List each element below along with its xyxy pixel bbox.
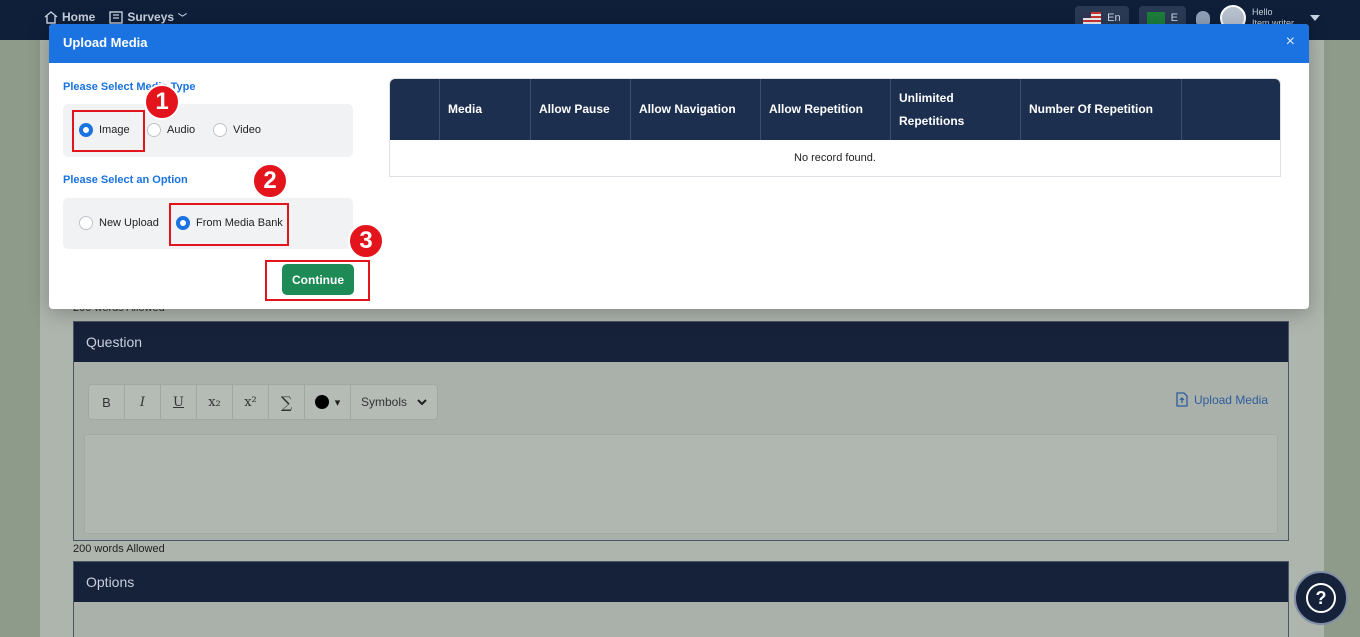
us-flag-icon: [1083, 12, 1102, 24]
col-unlimited-repetitions: Unlimited Repetitions: [891, 79, 1021, 140]
chevron-down-icon: ﹀: [178, 12, 188, 23]
col-allow-navigation: Allow Navigation: [631, 79, 761, 140]
symbols-dropdown[interactable]: Symbols: [351, 384, 437, 420]
help-button[interactable]: ?: [1294, 571, 1348, 625]
question-editor[interactable]: [84, 434, 1278, 534]
question-title: Question: [74, 322, 1288, 362]
color-picker[interactable]: ▾: [305, 384, 351, 420]
step-badge-1: 1: [144, 84, 180, 120]
chevron-down-icon: [417, 398, 427, 405]
language-ar-label: E: [1170, 12, 1178, 24]
modal-header: Upload Media ×: [49, 24, 1309, 63]
option-label: Please Select an Option: [63, 174, 188, 186]
col-actions: [1182, 79, 1280, 140]
radio-video[interactable]: Video: [213, 123, 261, 137]
nav-home[interactable]: Home: [44, 10, 95, 24]
radio-new-upload[interactable]: New Upload: [79, 216, 159, 230]
media-table: Media Allow Pause Allow Navigation Allow…: [389, 78, 1281, 177]
color-caret-icon: ▾: [334, 396, 341, 409]
caret-down-icon: [1310, 15, 1320, 21]
italic-button[interactable]: I: [125, 384, 161, 420]
highlight-image: [72, 110, 145, 152]
step-badge-2: 2: [252, 163, 288, 199]
col-select: [390, 79, 440, 140]
radio-video-label: Video: [233, 124, 261, 136]
table-header: Media Allow Pause Allow Navigation Allow…: [390, 79, 1280, 140]
bell-icon[interactable]: [1195, 11, 1210, 25]
col-allow-repetition: Allow Repetition: [761, 79, 891, 140]
options-title: Options: [74, 562, 1288, 602]
col-allow-pause: Allow Pause: [531, 79, 631, 140]
upload-media-label: Upload Media: [1193, 392, 1268, 407]
radio-audio-control: [147, 123, 161, 137]
user-greeting: Hello: [1251, 7, 1273, 17]
close-icon[interactable]: ×: [1286, 33, 1295, 51]
highlight-continue: [265, 260, 370, 301]
nav-surveys-label: Surveys: [127, 10, 175, 24]
underline-button[interactable]: U: [161, 384, 197, 420]
words-allowed-bottom: 200 words Allowed: [73, 543, 165, 555]
bold-button[interactable]: B: [89, 384, 125, 420]
symbols-label: Symbols: [361, 395, 408, 409]
question-mark-icon: ?: [1306, 583, 1336, 613]
subscript-button[interactable]: x₂: [197, 384, 233, 420]
top-nav: Home Surveys ﹀: [44, 10, 187, 24]
file-upload-icon: [1176, 392, 1188, 407]
editor-toolbar: B I U x₂ x² ∑ ▾ Symbols: [88, 384, 439, 420]
sum-button[interactable]: ∑: [269, 384, 305, 420]
radio-new-upload-label: New Upload: [99, 217, 159, 229]
radio-video-control: [213, 123, 227, 137]
nav-home-label: Home: [62, 10, 96, 24]
radio-new-upload-control: [79, 216, 93, 230]
col-number-of-repetition: Number Of Repetition: [1021, 79, 1182, 140]
language-en-label: En: [1107, 12, 1121, 24]
table-empty-message: No record found.: [794, 152, 876, 164]
superscript-button[interactable]: x²: [233, 384, 269, 420]
upload-media-link[interactable]: Upload Media: [1176, 392, 1268, 407]
step-badge-3: 3: [348, 223, 384, 259]
survey-icon: [109, 10, 124, 24]
question-section: Question B I U x₂ x² ∑ ▾ Symbols Upload …: [73, 321, 1289, 541]
nav-surveys[interactable]: Surveys ﹀: [109, 10, 187, 24]
radio-audio[interactable]: Audio: [147, 123, 195, 137]
sa-flag-icon: [1146, 12, 1165, 24]
home-icon: [44, 10, 58, 24]
radio-audio-label: Audio: [167, 124, 196, 136]
color-swatch-icon: [314, 395, 329, 409]
highlight-media-bank: [169, 203, 289, 246]
col-media: Media: [440, 79, 531, 140]
upload-media-modal: Upload Media × Please Select Media Type …: [49, 24, 1309, 309]
modal-title: Upload Media: [63, 35, 148, 50]
options-section: Options: [73, 561, 1289, 637]
